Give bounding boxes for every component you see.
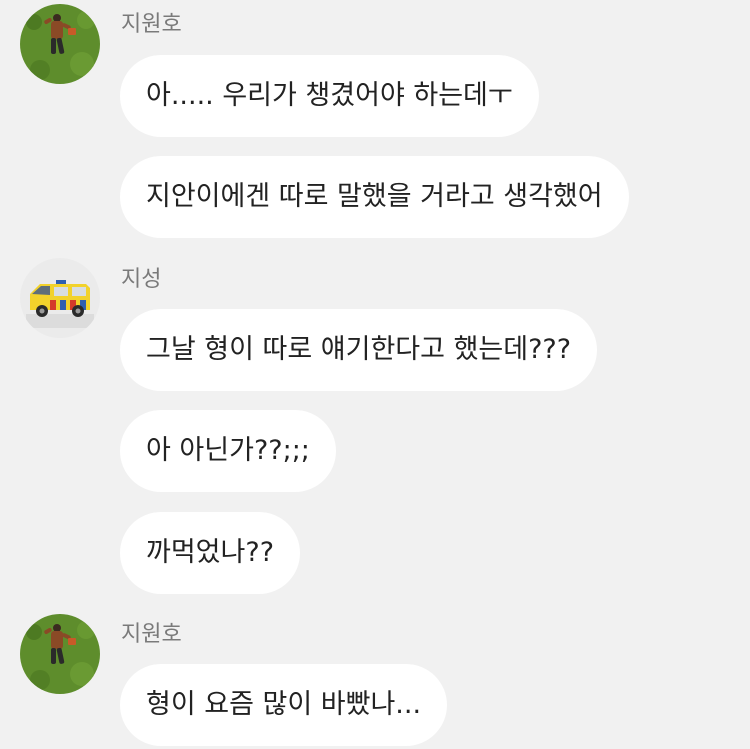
message-text: 그날 형이 따로 얘기한다고 했는데??? [146,334,572,365]
message-text: 아..... 우리가 챙겼어야 하는데ㅜ [146,80,513,111]
message-bubble[interactable]: 아 아닌가??;;; [120,410,336,492]
message-text: 형이 요즘 많이 바빴나... [146,689,422,720]
sender-avatar-jiseong[interactable] [20,258,100,338]
person-on-grass-avatar-icon [20,4,100,84]
message-bubble[interactable]: 까먹었나?? [120,512,301,594]
person-on-grass-avatar-icon [20,614,100,694]
yellow-ambulance-avatar-icon [20,258,100,338]
message-text: 아 아닌가??;;; [146,435,310,466]
message-bubble[interactable]: 아..... 우리가 챙겼어야 하는데ㅜ [120,55,539,137]
sender-name: 지성 [121,267,162,292]
message-text: 까먹었나?? [146,537,275,568]
sender-name: 지원호 [121,622,182,647]
sender-name: 지원호 [121,12,182,37]
sender-avatar-jiwonho[interactable] [20,4,100,84]
message-bubble[interactable]: 형이 요즘 많이 바빴나... [120,664,448,746]
message-text: 지안이에겐 따로 말했을 거라고 생각했어 [146,181,603,212]
message-bubble[interactable]: 지안이에겐 따로 말했을 거라고 생각했어 [120,156,629,238]
sender-avatar-jiwonho[interactable] [20,614,100,694]
message-bubble[interactable]: 그날 형이 따로 얘기한다고 했는데??? [120,309,598,391]
